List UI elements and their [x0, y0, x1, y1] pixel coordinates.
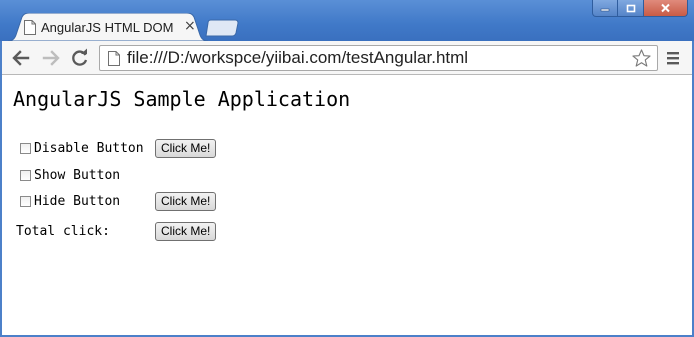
browser-window: AngularJS HTML DOM × file:///D:/workspce…: [0, 0, 694, 337]
back-arrow-icon[interactable]: [11, 48, 31, 68]
title-bar: AngularJS HTML DOM ×: [0, 0, 694, 41]
page-icon: [24, 20, 36, 35]
page-content: AngularJS Sample Application Disable But…: [1, 75, 691, 335]
reload-icon[interactable]: [70, 48, 90, 68]
browser-toolbar: file:///D:/workspce/yiibai.com/testAngul…: [1, 41, 693, 75]
show-label: Show Button: [34, 167, 121, 183]
page-title: AngularJS Sample Application: [13, 87, 351, 111]
click-me-button-count[interactable]: Click Me!: [155, 222, 217, 241]
show-checkbox[interactable]: [20, 169, 31, 181]
disable-checkbox[interactable]: [20, 142, 31, 154]
star-icon[interactable]: [632, 49, 651, 67]
maximize-icon: [626, 4, 635, 12]
minimize-button[interactable]: [592, 0, 618, 17]
url-text[interactable]: file:///D:/workspce/yiibai.com/testAngul…: [127, 48, 468, 68]
close-button[interactable]: [644, 0, 688, 17]
forward-arrow-icon[interactable]: [41, 48, 61, 68]
click-me-button-hide[interactable]: Click Me!: [155, 192, 217, 211]
menu-icon[interactable]: [665, 50, 681, 66]
minimize-icon: [600, 8, 610, 12]
hide-row: Hide Button: [20, 190, 120, 212]
show-row: Show Button: [20, 164, 120, 186]
click-me-button-disabled[interactable]: Click Me!: [155, 139, 217, 158]
hide-label: Hide Button: [34, 193, 121, 209]
address-bar[interactable]: file:///D:/workspce/yiibai.com/testAngul…: [99, 45, 658, 71]
maximize-button[interactable]: [618, 0, 644, 17]
tab-close-icon[interactable]: ×: [184, 18, 196, 34]
total-row: Total click:: [16, 220, 110, 242]
disable-label: Disable Button: [34, 140, 144, 156]
disable-row: Disable Button: [20, 137, 144, 159]
window-controls: [592, 0, 688, 18]
new-tab-button[interactable]: [205, 19, 239, 37]
browser-tab[interactable]: AngularJS HTML DOM ×: [8, 13, 208, 41]
tab-title: AngularJS HTML DOM: [41, 20, 174, 35]
total-click-label: Total click:: [16, 223, 110, 239]
hide-checkbox[interactable]: [20, 195, 31, 207]
close-icon: [661, 3, 670, 13]
page-icon: [108, 51, 120, 66]
